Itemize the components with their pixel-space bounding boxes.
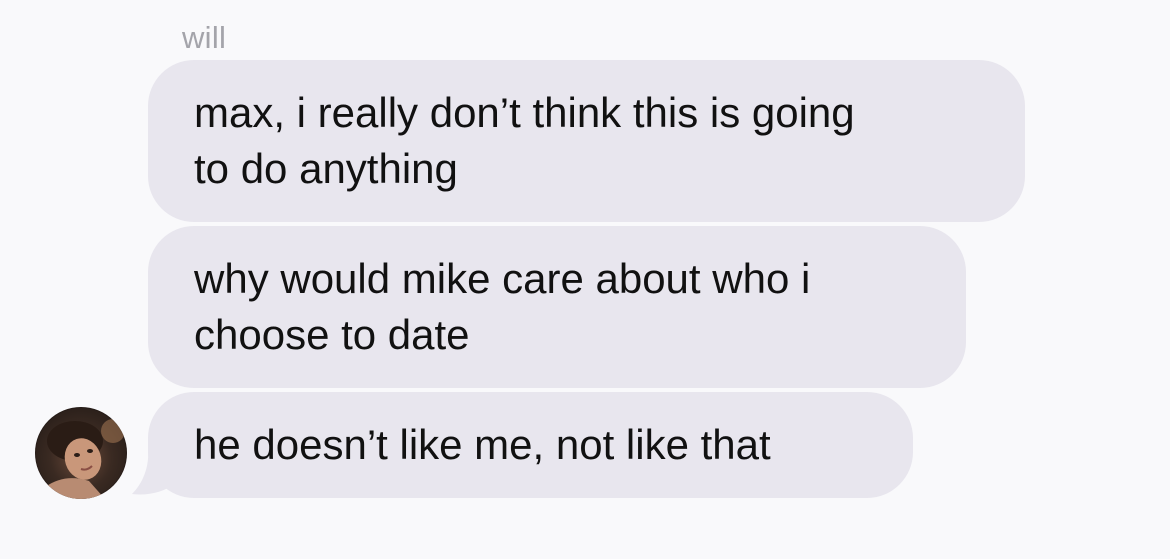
message-text: why would mike care about who i choose t… bbox=[194, 255, 811, 358]
message-bubble[interactable]: why would mike care about who i choose t… bbox=[148, 226, 966, 388]
message-text: max, i really don’t think this is going … bbox=[194, 89, 855, 192]
message-bubble[interactable]: he doesn’t like me, not like that bbox=[148, 392, 913, 498]
message-text: he doesn’t like me, not like that bbox=[194, 421, 771, 468]
sender-name: will bbox=[182, 20, 227, 55]
user-avatar-photo-icon bbox=[35, 419, 125, 499]
message-bubble[interactable]: max, i really don’t think this is going … bbox=[148, 60, 1025, 222]
avatar[interactable] bbox=[35, 407, 127, 499]
